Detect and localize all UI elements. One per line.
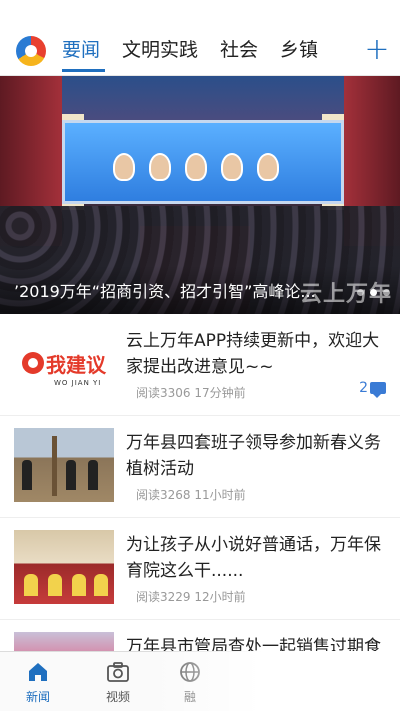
thumbnail-person — [88, 460, 98, 490]
tabs-fade — [326, 32, 356, 74]
news-meta: 阅读3229 12小时前 — [136, 588, 246, 605]
add-channel-button[interactable]: + — [364, 35, 390, 66]
news-title[interactable]: 云上万年APP持续更新中，欢迎大家提出改进意见~~ — [126, 328, 388, 380]
thumbnail-child — [48, 574, 62, 596]
banner-caption[interactable]: ’2019万年“招商引资、招才引智”高峰论... — [14, 278, 329, 302]
read-count: 阅读3268 — [136, 488, 191, 502]
publish-time: 17分钟前 — [194, 386, 246, 400]
banner-stage-screen — [62, 120, 344, 204]
speaker-photo — [149, 153, 171, 181]
channel-bar: 要闻 文明实践 社会 乡镇 + — [0, 0, 400, 76]
nav-label: 视频 — [105, 690, 130, 704]
headline-banner[interactable]: 云上万年 ’2019万年“招商引资、招才引智”高峰论... — [0, 76, 400, 314]
thumbnail-child — [94, 574, 108, 596]
carousel-indicator — [357, 289, 390, 296]
comment-bubble-icon — [370, 382, 386, 398]
news-item[interactable]: 万年县四套班子领导参加新春义务植树活动 阅读3268 11小时前 — [0, 416, 400, 518]
nav-video[interactable]: 视频 — [88, 656, 148, 710]
speaker-photo — [113, 153, 135, 181]
news-meta: 阅读3268 11小时前 — [136, 486, 246, 503]
camera-icon — [107, 662, 129, 682]
tab-civilization[interactable]: 文明实践 — [111, 34, 209, 74]
nav-news[interactable]: 新闻 — [8, 656, 68, 710]
thumbnail-tree — [52, 436, 57, 496]
publish-time: 11小时前 — [194, 488, 246, 502]
comment-count[interactable]: 2 — [359, 380, 386, 398]
channel-tabs: 要闻 文明实践 社会 乡镇 — [62, 34, 329, 74]
thumbnail-child — [72, 574, 86, 596]
speaker-photo — [185, 153, 207, 181]
tab-headlines[interactable]: 要闻 — [62, 34, 111, 74]
speaker-photo — [221, 153, 243, 181]
home-icon — [29, 663, 47, 681]
news-title[interactable]: 为让孩子从小说好普通话，万年保育院这么干...... — [126, 532, 388, 584]
news-meta: 阅读3306 17分钟前 — [136, 384, 246, 401]
news-thumbnail: 我建议 WO JIAN YI — [14, 326, 114, 400]
publish-time: 12小时前 — [194, 590, 246, 604]
suggestion-logo-icon — [22, 352, 44, 374]
suggestion-logo-subtext: WO JIAN YI — [54, 379, 102, 387]
news-item[interactable]: 我建议 WO JIAN YI 云上万年APP持续更新中，欢迎大家提出改进意见~~… — [0, 314, 400, 416]
suggestion-logo-text: 我建议 — [46, 352, 106, 377]
news-title[interactable]: 万年县四套班子领导参加新春义务植树活动 — [126, 430, 388, 482]
nav-label: 新闻 — [25, 690, 50, 704]
tab-society[interactable]: 社会 — [209, 34, 269, 74]
comment-number: 2 — [359, 380, 368, 396]
thumbnail-child — [24, 574, 38, 596]
app-logo-icon[interactable] — [16, 36, 46, 66]
thumbnail-person — [22, 460, 32, 490]
news-item[interactable]: 为让孩子从小说好普通话，万年保育院这么干...... 阅读3229 12小时前 — [0, 518, 400, 620]
thumbnail-person — [66, 460, 76, 490]
read-count: 阅读3229 — [136, 590, 191, 604]
news-thumbnail — [14, 428, 114, 502]
carousel-dot-active[interactable] — [370, 289, 377, 296]
bottom-nav-fade — [150, 651, 400, 711]
speaker-photo — [257, 153, 279, 181]
read-count: 阅读3306 — [136, 386, 191, 400]
carousel-dot[interactable] — [383, 289, 390, 296]
carousel-dot[interactable] — [357, 289, 364, 296]
news-thumbnail — [14, 530, 114, 604]
tab-towns[interactable]: 乡镇 — [269, 34, 329, 74]
